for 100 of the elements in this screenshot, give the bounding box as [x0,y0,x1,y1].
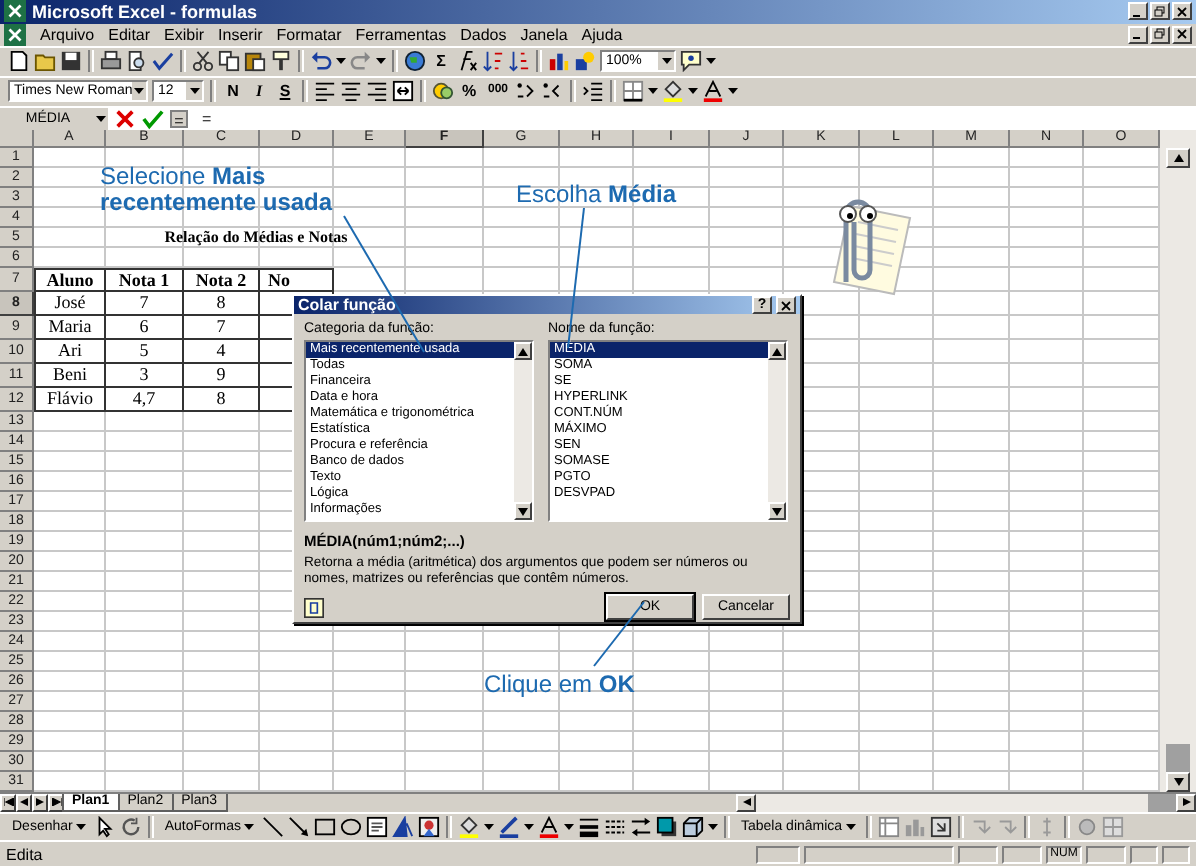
line-style-icon[interactable] [578,816,601,839]
rotate-icon[interactable] [120,816,143,839]
first-sheet-icon[interactable] [3,798,13,807]
caret-icon[interactable] [708,824,719,831]
last-sheet-icon[interactable] [51,798,61,807]
line-icon[interactable] [262,816,285,839]
print-preview-icon[interactable] [126,50,148,73]
fill-color-icon[interactable] [458,816,481,839]
increase-decimal-icon[interactable] [516,79,538,102]
menu-item[interactable]: Formatar [276,25,342,44]
caret-icon[interactable] [484,824,495,831]
scroll-right-icon[interactable] [1181,798,1191,807]
pointer-icon[interactable] [94,816,117,839]
scrollbar-thumb[interactable] [1148,793,1176,812]
align-center-icon[interactable] [340,79,362,102]
restore-button[interactable] [1150,2,1170,21]
autosum-button[interactable]: Σ [430,50,452,73]
shadow-icon[interactable] [656,816,679,839]
copy-icon[interactable] [218,50,240,73]
align-left-icon[interactable] [314,79,336,102]
excel-app-icon[interactable] [4,0,26,23]
wordart-icon[interactable] [392,816,415,839]
caret-icon[interactable] [189,87,199,94]
menu-item[interactable]: Dados [460,25,507,44]
function-icon[interactable] [456,50,478,73]
spelling-check-icon[interactable] [152,50,174,73]
percent-button[interactable]: % [458,79,480,102]
dash-style-icon[interactable] [604,816,627,839]
caret-icon[interactable] [134,87,145,94]
list-scrollbar[interactable] [768,342,786,520]
scroll-down-icon[interactable] [1173,777,1183,786]
list-scrollbar[interactable] [514,342,532,520]
rectangle-icon[interactable] [314,816,337,839]
3d-icon[interactable] [682,816,705,839]
paste-icon[interactable] [244,50,266,73]
vertical-scrollbar[interactable] [1160,129,1196,792]
underline-button[interactable]: S [274,79,296,102]
menu-item[interactable]: Exibir [164,25,205,44]
indent-icon[interactable] [582,79,604,102]
align-right-icon[interactable] [366,79,388,102]
caret-icon[interactable] [688,87,698,94]
arrow-icon[interactable] [288,816,311,839]
menu-item[interactable]: Ajuda [581,25,623,44]
caret-icon[interactable] [728,87,738,94]
sort-descending-icon[interactable] [508,50,530,73]
merge-center-icon[interactable] [392,79,414,102]
caret-icon[interactable] [648,87,658,94]
arrow-style-icon[interactable] [630,816,653,839]
caret-icon[interactable] [661,58,671,65]
caret-icon[interactable] [706,58,716,65]
cancel-icon[interactable] [114,107,136,130]
scroll-down-icon[interactable] [518,507,528,515]
caret-icon[interactable] [76,824,87,831]
caret-icon[interactable] [244,824,255,831]
minimize-button[interactable] [1128,25,1148,44]
edit-formula-button[interactable]: = [170,109,188,128]
previous-sheet-icon[interactable] [19,798,29,807]
minimize-button[interactable] [1128,2,1148,21]
cut-icon[interactable] [192,50,214,73]
scroll-up-icon[interactable] [1173,153,1183,162]
line-color-icon[interactable] [498,816,521,839]
menu-item[interactable]: Editar [108,25,151,44]
caret-icon[interactable] [524,824,535,831]
scroll-up-icon[interactable] [518,347,528,355]
oval-icon[interactable] [340,816,363,839]
caret-icon[interactable] [376,58,386,65]
caret-icon[interactable] [846,824,857,831]
bar-chart-icon[interactable] [548,50,570,73]
caret-icon[interactable] [95,115,105,122]
save-icon[interactable] [60,50,82,73]
field-settings-icon[interactable] [1076,816,1099,839]
menu-item[interactable]: Janela [520,25,568,44]
bold-button[interactable]: N [222,79,244,102]
font-color-icon[interactable] [702,79,724,102]
help-bubble-icon[interactable] [680,50,702,73]
pivot-table-icon[interactable] [878,816,901,839]
scroll-down-icon[interactable] [772,507,782,515]
sort-ascending-icon[interactable] [482,50,504,73]
clip-art-icon[interactable] [418,816,441,839]
next-sheet-icon[interactable] [35,798,45,807]
globe-icon[interactable] [404,50,426,73]
close-button[interactable] [1172,25,1192,44]
decrease-decimal-icon[interactable] [542,79,564,102]
print-icon[interactable] [100,50,122,73]
close-button[interactable] [1172,2,1192,21]
italic-button[interactable]: I [248,79,270,102]
text-box-icon[interactable] [366,816,389,839]
caret-icon[interactable] [336,58,346,65]
close-button[interactable] [776,296,796,314]
menu-item[interactable]: Ferramentas [355,25,447,44]
open-folder-icon[interactable] [34,50,56,73]
scroll-left-icon[interactable] [741,798,751,807]
scroll-up-icon[interactable] [772,347,782,355]
enter-icon[interactable] [142,107,164,130]
horizontal-scrollbar[interactable] [736,793,1196,812]
new-document-icon[interactable] [8,50,30,73]
format-painter-icon[interactable] [270,50,292,73]
font-color-icon[interactable] [538,816,561,839]
scrollbar-thumb[interactable] [1166,743,1190,772]
menu-item[interactable]: Inserir [218,25,263,44]
